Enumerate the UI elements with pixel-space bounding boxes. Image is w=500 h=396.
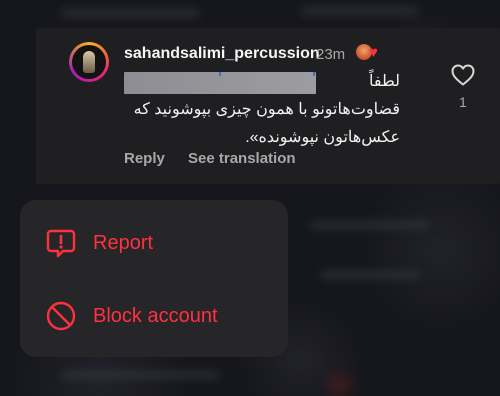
report-label: Report bbox=[93, 232, 154, 254]
blurred-text bbox=[60, 8, 200, 18]
report-menu-item[interactable]: Report bbox=[20, 208, 288, 278]
comment-username[interactable]: sahandsalimi_percussion bbox=[124, 45, 320, 63]
comment-text-line: قضاوت‌هاتونو با همون چیزی بپوشونید که bbox=[133, 101, 400, 118]
reply-button[interactable]: Reply bbox=[124, 150, 165, 167]
comment-card: sahandsalimi_percussion 23m ♥ لطفاً قضاو… bbox=[36, 28, 500, 184]
sticker-emojis: ♥ bbox=[354, 42, 386, 64]
see-translation-button[interactable]: See translation bbox=[188, 150, 296, 167]
blurred-text bbox=[60, 370, 220, 380]
comment-time: 23m bbox=[316, 46, 346, 63]
heart-outline-icon bbox=[451, 64, 475, 86]
avatar[interactable] bbox=[69, 42, 109, 82]
redacted-marker bbox=[219, 72, 221, 76]
blurred-text bbox=[320, 270, 420, 280]
redacted-block bbox=[124, 72, 316, 94]
heart-emoji-icon: ♥ bbox=[369, 44, 378, 61]
blurred-text bbox=[310, 220, 430, 230]
avatar-image bbox=[72, 45, 106, 79]
redacted-marker bbox=[313, 72, 315, 76]
block-icon bbox=[46, 301, 76, 331]
report-icon bbox=[46, 229, 76, 258]
blurred-text bbox=[300, 6, 420, 16]
like-button[interactable] bbox=[451, 64, 475, 86]
like-count: 1 bbox=[459, 94, 467, 110]
comment-text-line: عکس‌هاتون نپوشونده». bbox=[245, 129, 400, 146]
comment-action-menu: Report Block account bbox=[20, 200, 288, 357]
block-account-label: Block account bbox=[93, 305, 218, 327]
block-account-menu-item[interactable]: Block account bbox=[20, 281, 288, 351]
